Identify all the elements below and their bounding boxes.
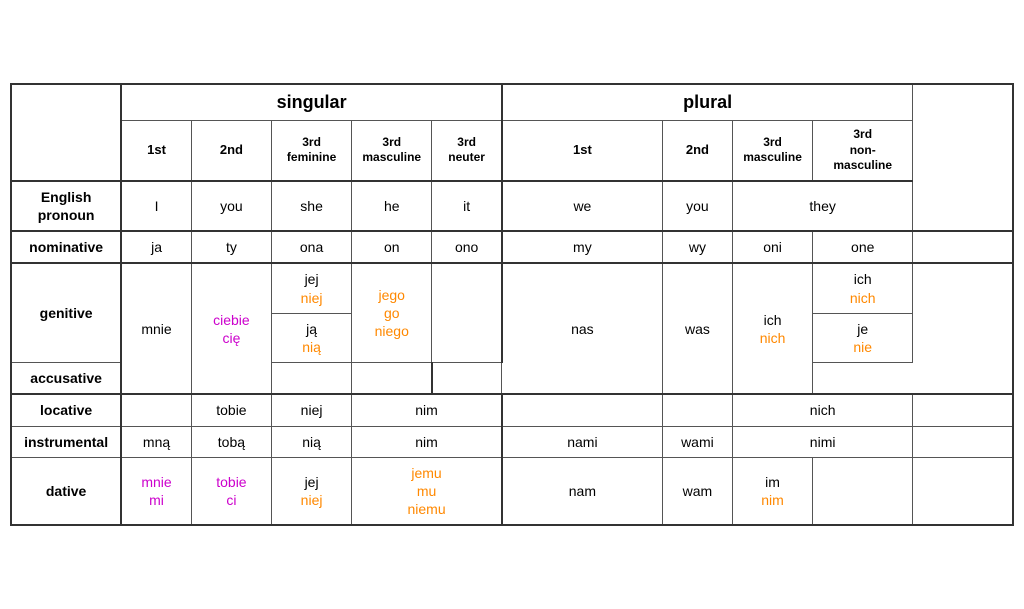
col-s3f: 3rdfeminine — [272, 121, 352, 181]
col-s3m: 3rdmasculine — [352, 121, 432, 181]
english-pronoun-label: Englishpronoun — [11, 181, 121, 231]
ins-p3: nimi — [732, 426, 912, 457]
acc-s3f: jąnią — [272, 313, 352, 362]
ep-p1: we — [502, 181, 662, 231]
gen-s3mn: jegogoniego — [352, 263, 432, 362]
ep-s1: I — [121, 181, 191, 231]
ep-they: they — [732, 181, 912, 231]
ep-s3f: she — [272, 181, 352, 231]
ins-p1: nami — [502, 426, 662, 457]
acc-p3nm: jenie — [813, 313, 913, 362]
pronoun-table-wrapper: singular plural 1st 2nd 3rdfeminine 3rdm… — [10, 83, 1014, 527]
instrumental-label: instrumental — [11, 426, 121, 457]
ep-s2: you — [191, 181, 271, 231]
dat-p1: nam — [502, 457, 662, 525]
nom-s3m: on — [352, 231, 432, 263]
loc-s3f: niej — [272, 394, 352, 426]
gen-p3m: ichnich — [732, 263, 812, 394]
loc-s2: tobie — [191, 394, 271, 426]
nom-p2: wy — [662, 231, 732, 263]
dative-label: dative — [11, 457, 121, 525]
gen-s1: mnie — [121, 263, 191, 394]
col-p2: 2nd — [662, 121, 732, 181]
dat-s3f: jejniej — [272, 457, 352, 525]
dat-s1: mniemi — [121, 457, 191, 525]
nom-p3m: oni — [732, 231, 812, 263]
nom-s2: ty — [191, 231, 271, 263]
loc-p2 — [662, 394, 732, 426]
ins-s2: tobą — [191, 426, 271, 457]
col-s1: 1st — [121, 121, 191, 181]
loc-s1 — [121, 394, 191, 426]
gen-p1: nas — [502, 263, 662, 394]
loc-p1 — [502, 394, 662, 426]
nom-p3nm: one — [813, 231, 913, 263]
ep-p2: you — [662, 181, 732, 231]
plural-header: plural — [502, 84, 913, 121]
ins-s1: mną — [121, 426, 191, 457]
ep-s3m: he — [352, 181, 432, 231]
ins-s3mn: nim — [352, 426, 502, 457]
nominative-label: nominative — [11, 231, 121, 263]
gen-p3nm: ichnich — [813, 263, 913, 313]
col-s3n: 3rdneuter — [432, 121, 502, 181]
dat-s2: tobieci — [191, 457, 271, 525]
col-p3m: 3rdmasculine — [732, 121, 812, 181]
nom-p1: my — [502, 231, 662, 263]
ins-s3f: nią — [272, 426, 352, 457]
ep-s3n: it — [432, 181, 502, 231]
gen-s3f-top: jejniej — [272, 263, 352, 313]
acc-s3mn — [352, 363, 432, 395]
col-p1: 1st — [502, 121, 662, 181]
top-left-empty — [11, 84, 121, 181]
loc-s3mn: nim — [352, 394, 502, 426]
gen-s3n-empty1 — [432, 263, 502, 362]
nom-s3n: ono — [432, 231, 502, 263]
ins-p2: wami — [662, 426, 732, 457]
locative-label: locative — [11, 394, 121, 426]
col-p3nm: 3rdnon-masculine — [813, 121, 913, 181]
dat-p2: wam — [662, 457, 732, 525]
singular-header: singular — [121, 84, 502, 121]
nom-s1: ja — [121, 231, 191, 263]
dat-s3mn: jemumuniemu — [352, 457, 502, 525]
dat-p3m: imnim — [732, 457, 812, 525]
nom-s3f: ona — [272, 231, 352, 263]
accusative-label: accusative — [11, 363, 121, 395]
col-s2: 2nd — [191, 121, 271, 181]
loc-p3: nich — [732, 394, 912, 426]
genitive-label: genitive — [11, 263, 121, 362]
gen-p2: was — [662, 263, 732, 394]
gen-s2: ciebiecię — [191, 263, 271, 394]
